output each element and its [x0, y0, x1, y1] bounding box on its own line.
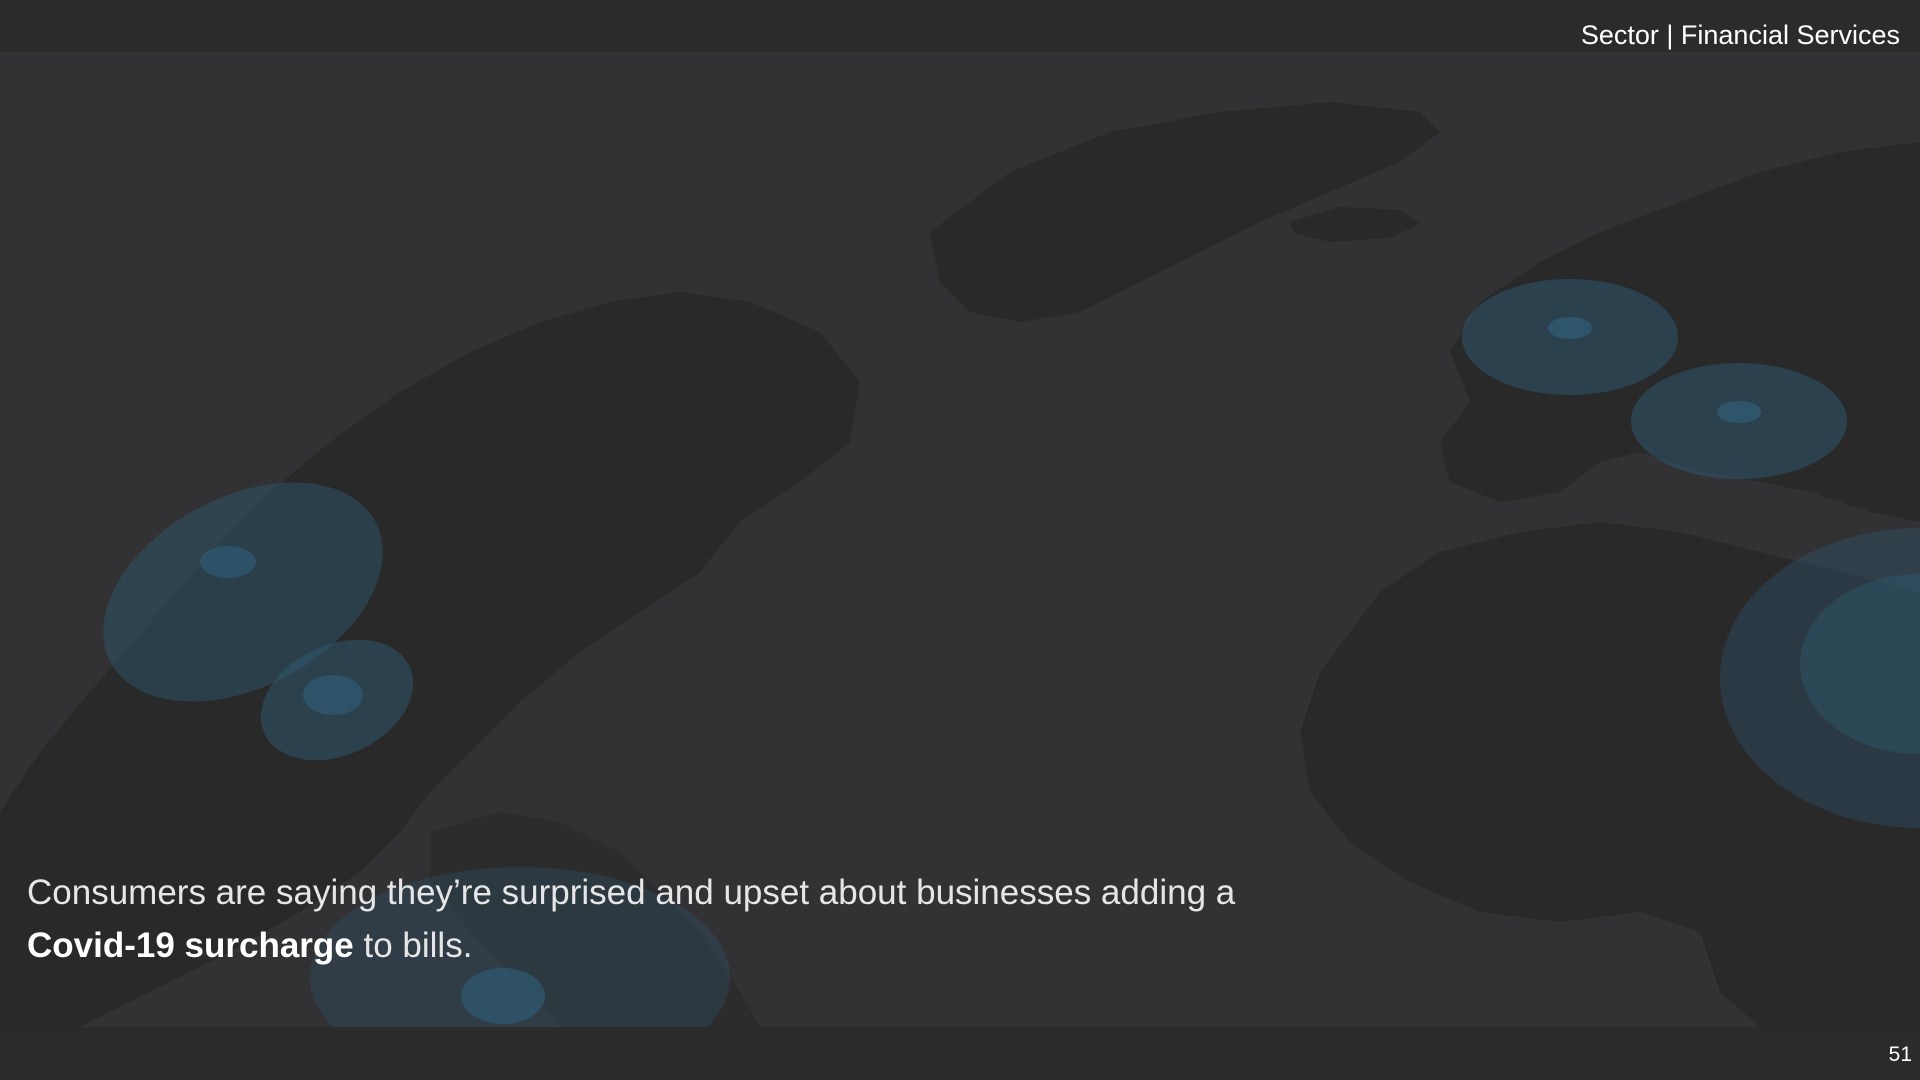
caption-emphasis: Covid-19 surcharge — [27, 926, 354, 965]
slide-caption: Consumers are saying they’re surprised a… — [27, 866, 1327, 972]
page-number: 51 — [1888, 1043, 1912, 1066]
hotspot-caribbean-core — [461, 968, 545, 1024]
hotspot-europe-core — [1717, 401, 1761, 423]
caption-line-2-rest: to bills. — [353, 926, 473, 965]
hotspot-uk-core — [1548, 317, 1592, 339]
footer-bar: 51 — [0, 1027, 1920, 1080]
caption-line-1: Consumers are saying they’re surprised a… — [27, 873, 1236, 912]
hotspot-north-america-2-core — [303, 675, 363, 715]
iceland-landmass — [1290, 207, 1420, 242]
hotspot-north-america-1-core — [200, 546, 256, 578]
sector-label: Sector | Financial Services — [1580, 20, 1900, 50]
slide: Sector | Financial Services Consumers ar… — [0, 0, 1920, 1080]
